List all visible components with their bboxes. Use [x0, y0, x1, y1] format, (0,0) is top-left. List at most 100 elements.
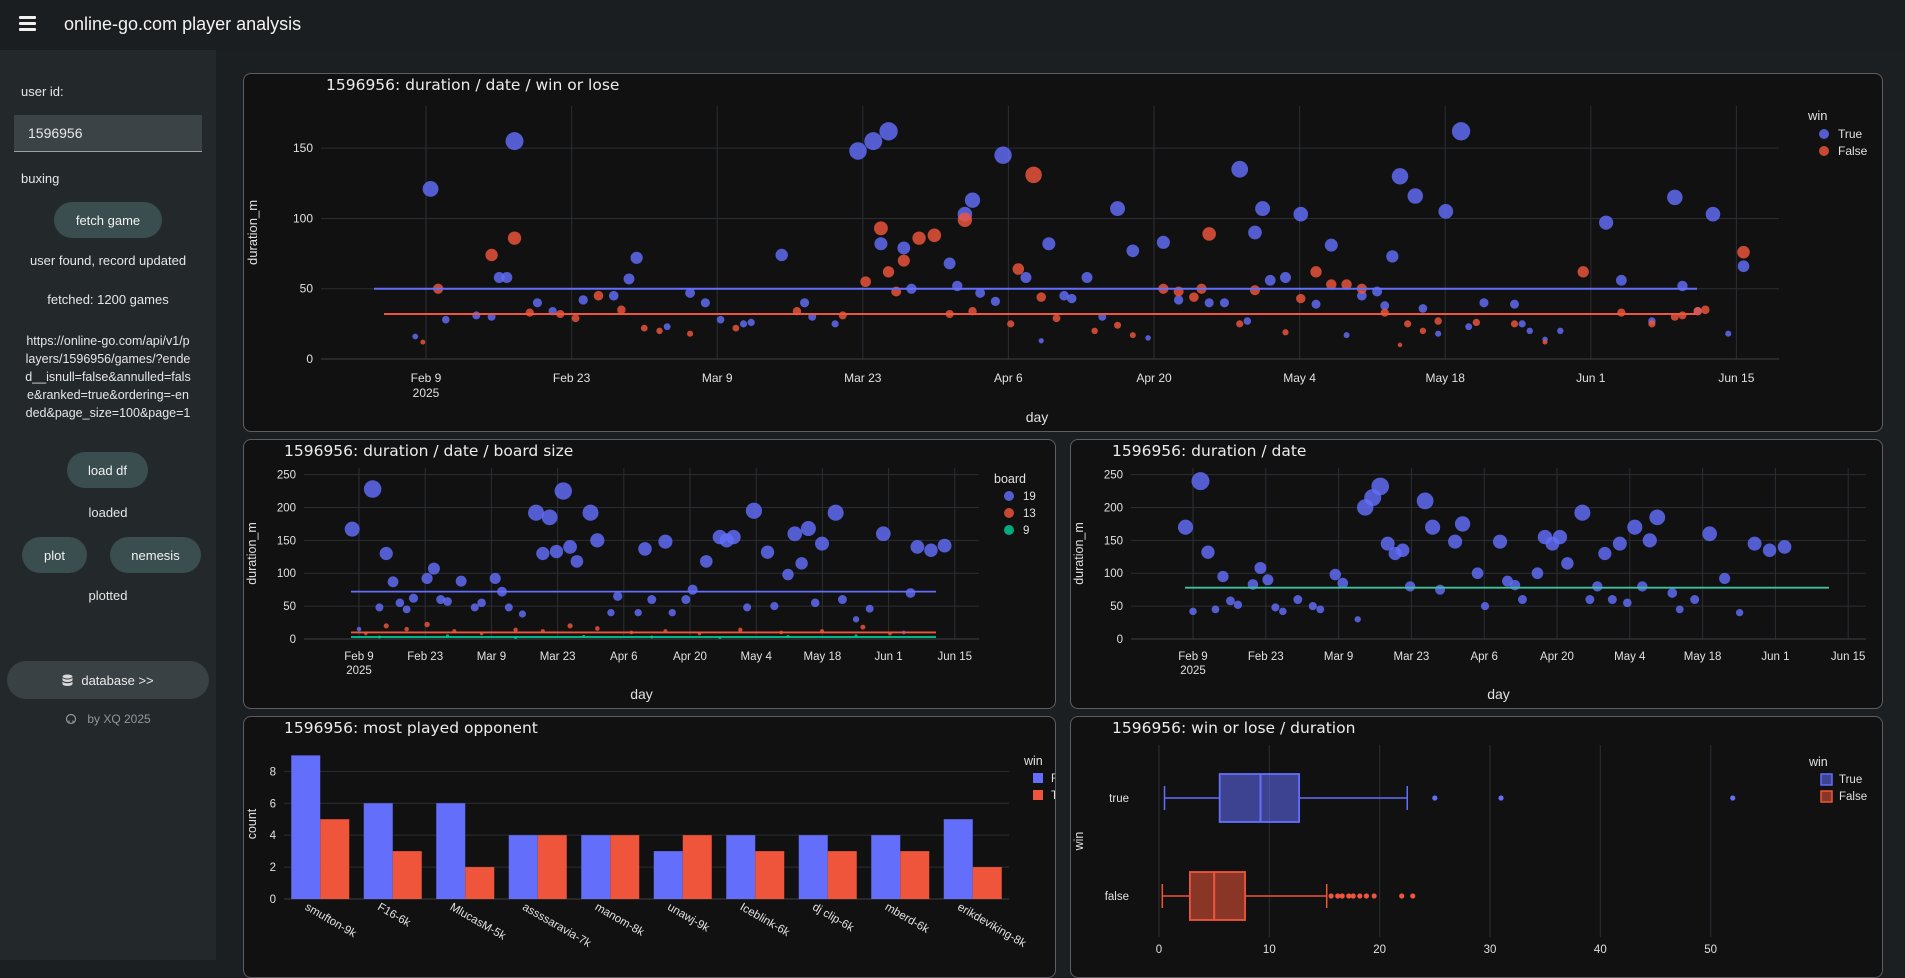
data-point: [422, 181, 439, 197]
data-point: [1561, 557, 1574, 570]
data-point: [1480, 602, 1490, 611]
scatter-chart-board-size[interactable]: Feb 9 2025 Feb 23 Mar 9 Mar 23 Apr 6 Apr 20 May…: [244, 440, 1055, 708]
x-tick-label: Jun 15: [1831, 651, 1866, 663]
y-tick-label: 0: [290, 634, 296, 646]
data-point: [1416, 492, 1434, 510]
y-tick-label: true: [1109, 793, 1129, 805]
scatter-chart-duration-date[interactable]: Feb 9 2025 Feb 23 Mar 9 Mar 23 Apr 6 Apr 20 May…: [1071, 440, 1882, 708]
outlier-point: [1371, 893, 1377, 899]
data-point: [1293, 206, 1309, 222]
fetch-game-button[interactable]: fetch game: [54, 202, 162, 238]
outlier-point: [1399, 893, 1405, 899]
data-point: [1173, 295, 1184, 305]
data-point: [1747, 536, 1762, 551]
data-point: [699, 555, 713, 568]
data-point: [1236, 320, 1244, 328]
data-point: [837, 595, 847, 605]
data-point: [795, 557, 808, 570]
y-tick-label: false: [1105, 891, 1129, 903]
data-point: [1391, 168, 1409, 185]
data-point: [607, 609, 615, 617]
x-tick-label: Mar 23: [1394, 651, 1430, 663]
y-tick-label: 2: [270, 862, 276, 874]
data-point: [404, 626, 409, 632]
x-tick-label: 20: [1373, 944, 1386, 956]
data-point: [1316, 605, 1325, 614]
x-tick-label: 50: [1704, 944, 1717, 956]
data-point: [1526, 327, 1533, 335]
x-axis-label: day: [1487, 686, 1510, 702]
data-point: [541, 509, 558, 526]
outlier-point: [1350, 893, 1356, 899]
data-point: [504, 603, 513, 612]
legend-label: True: [1838, 127, 1863, 141]
scatter-chart-win-lose[interactable]: Feb 92025 Feb 23 Mar 9 Mar 23 Apr 6 Apr 20 May…: [244, 74, 1882, 431]
user-id-input[interactable]: [14, 115, 202, 152]
data-point: [668, 609, 676, 617]
box-chart-duration[interactable]: 0 10 20 30 40 50 win true false win True False: [1071, 717, 1882, 961]
data-point: [800, 520, 816, 537]
x-tick-label: 10: [1263, 944, 1276, 956]
outlier-point: [1357, 893, 1363, 899]
data-point: [1052, 314, 1061, 323]
data-point: [1612, 536, 1627, 551]
plot-button[interactable]: plot: [22, 537, 87, 573]
data-point: [421, 572, 433, 585]
x-tick-label: Mar 9: [477, 651, 506, 663]
legend-title: win: [1023, 754, 1043, 768]
sidebar: user id: buxing fetch game user found, r…: [0, 50, 216, 960]
x-tick-label: Iceblink-6k: [738, 901, 792, 939]
data-point: [630, 251, 643, 264]
bar-chart-opponent[interactable]: 0 2 4 6 8 count smufton-9k F16-6k MlucasM-5k asss…: [244, 717, 1055, 961]
bar: [726, 835, 756, 899]
data-point: [613, 591, 623, 601]
load-df-button[interactable]: load df: [67, 452, 148, 488]
data-point: [1615, 274, 1627, 286]
data-point: [1189, 292, 1199, 302]
data-point: [1492, 534, 1508, 549]
x-tick-label: Feb 23: [407, 651, 443, 663]
x-tick-label: Jun 1: [1761, 651, 1789, 663]
x-tick-year: 2025: [346, 665, 372, 677]
data-point: [1627, 519, 1643, 535]
data-point: [1264, 274, 1276, 286]
data-point: [910, 540, 925, 554]
data-point: [800, 298, 810, 308]
data-point: [852, 616, 860, 623]
x-tick-label: May 4: [1283, 371, 1316, 385]
data-point: [743, 603, 752, 612]
data-point: [770, 602, 779, 611]
database-button[interactable]: database >>: [7, 661, 209, 699]
data-point: [525, 308, 534, 317]
data-point: [1675, 605, 1684, 614]
data-point: [1012, 263, 1025, 275]
data-point: [570, 555, 584, 568]
data-point: [1617, 308, 1626, 317]
nemesis-button[interactable]: nemesis: [110, 537, 201, 573]
legend-marker: [1820, 773, 1833, 786]
byline: by XQ 2025: [0, 712, 216, 726]
hamburger-menu-icon[interactable]: [19, 16, 36, 31]
x-tick-label: Apr 6: [994, 371, 1023, 385]
data-point: [1129, 332, 1136, 339]
fetch-status-text: user found, record updated: [29, 253, 187, 268]
bar: [392, 851, 422, 899]
data-point: [1472, 318, 1481, 327]
chart-panel-box: 1596956: win or lose / duration 0 10 20 30 4…: [1070, 716, 1883, 978]
data-point: [897, 241, 911, 255]
data-point: [582, 504, 599, 521]
data-point: [1036, 292, 1046, 302]
chart-panel-duration-date: 1596956: duration / date Feb 9 2025 Feb 23…: [1070, 439, 1883, 709]
legend-title: win: [1807, 108, 1828, 123]
data-point: [1702, 526, 1718, 542]
data-point: [1145, 335, 1151, 341]
data-point: [1126, 244, 1140, 258]
data-point: [1465, 323, 1473, 331]
data-point: [882, 266, 895, 278]
data-point: [1279, 607, 1287, 616]
outlier-point: [1328, 893, 1334, 899]
data-point: [957, 212, 973, 228]
data-point: [455, 575, 467, 587]
data-point: [1211, 605, 1220, 614]
data-point: [513, 627, 518, 632]
